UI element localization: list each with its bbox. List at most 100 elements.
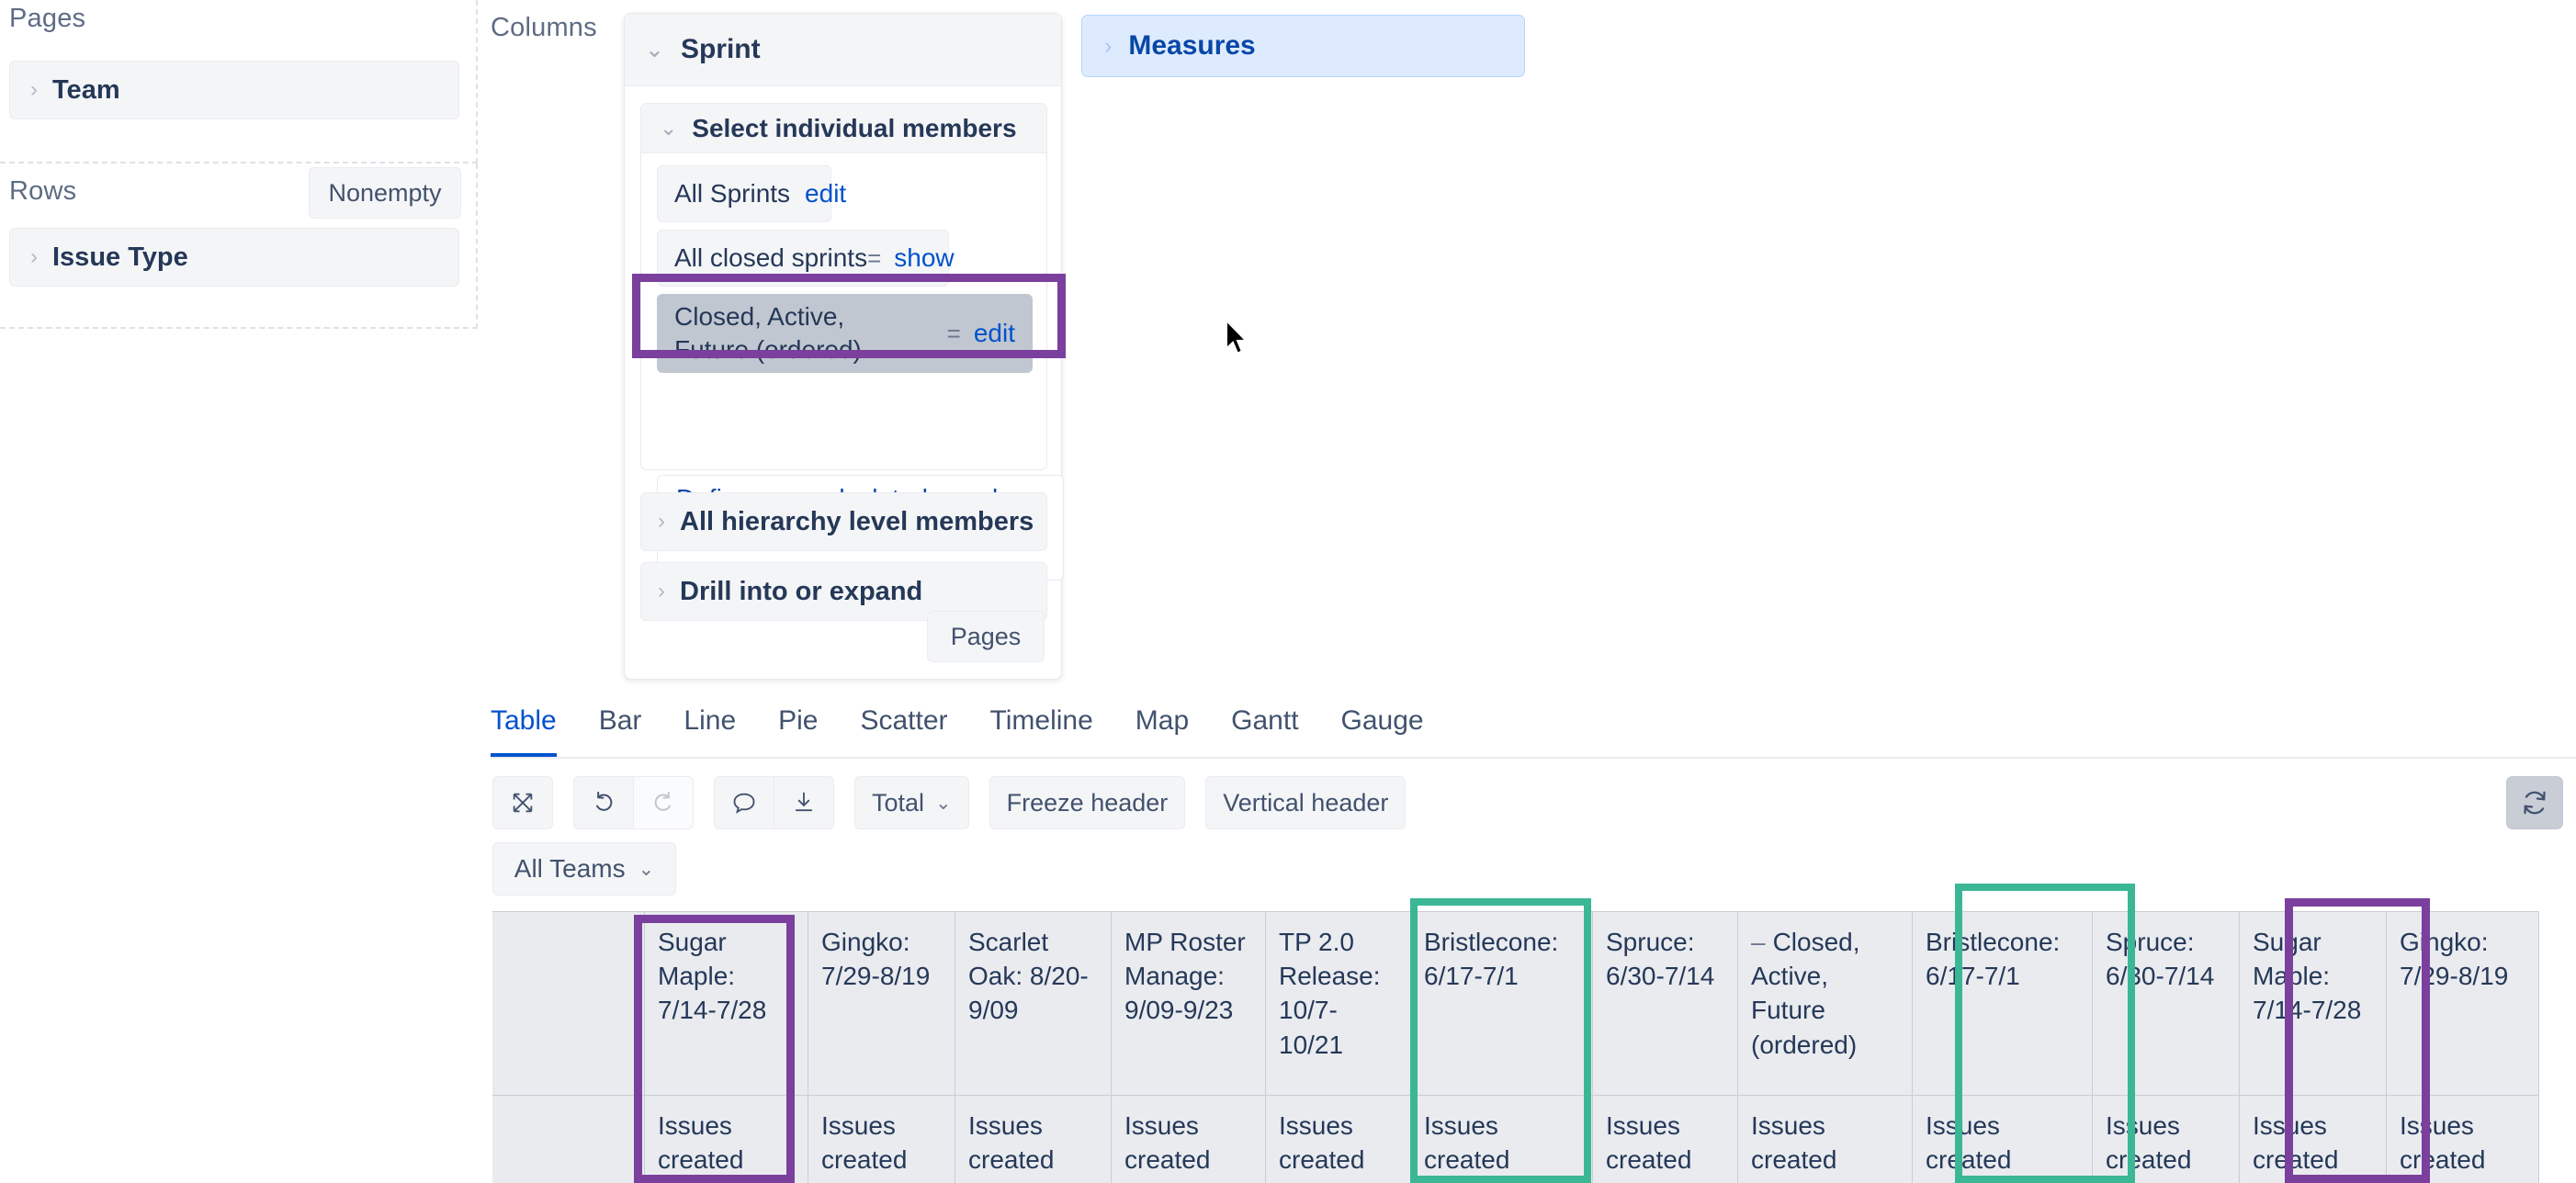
rows-chip-issue-type[interactable]: › Issue Type — [9, 228, 459, 287]
vertical-header-button[interactable]: Vertical header — [1205, 776, 1407, 829]
tab-line[interactable]: Line — [684, 705, 736, 753]
pages-chip-label: Team — [52, 74, 120, 105]
measures-chip[interactable]: › Measures — [1081, 15, 1525, 77]
columns-axis-label: Columns — [491, 13, 597, 42]
member-name: All closed sprints — [674, 243, 868, 272]
pivot-column-header[interactable]: – Closed, Active, Future (ordered) Issues … — [1738, 911, 1913, 1183]
tab-table[interactable]: Table — [491, 705, 557, 757]
pivot-column-measure-label: Issues created — [1606, 1111, 1692, 1175]
toolbar-group-freeze: Freeze header — [989, 776, 1186, 829]
rows-chip-label: Issue Type — [52, 242, 188, 272]
expand-icon[interactable] — [492, 776, 553, 829]
drill-into-or-expand-label: Drill into or expand — [680, 576, 923, 606]
tab-bar[interactable]: Bar — [599, 705, 642, 753]
member-row-closed-active-future[interactable]: Closed, Active, Future (ordered) = edit — [657, 294, 1033, 373]
toolbar-group-vertical: Vertical header — [1205, 776, 1407, 829]
pivot-column-header[interactable]: Spruce: 6/30-7/14 Issues created — [1593, 911, 1738, 1183]
member-action-edit[interactable]: edit — [974, 319, 1015, 348]
pivot-column-measure-label: Issues created — [2253, 1111, 2339, 1175]
pivot-column-measure-label: Issues created — [1751, 1111, 1837, 1175]
pivot-column-header[interactable]: Spruce: 6/30-7/14 Issues created — [2093, 911, 2240, 1183]
chevron-right-icon: › — [1104, 32, 1113, 59]
refresh-icon[interactable] — [2506, 776, 2563, 829]
tab-gauge[interactable]: Gauge — [1341, 705, 1424, 753]
all-hierarchy-level-members-label: All hierarchy level members — [680, 506, 1034, 536]
mouse-cursor — [1225, 318, 1250, 357]
undo-icon[interactable] — [573, 776, 633, 829]
chevron-down-icon: ⌄ — [935, 792, 952, 814]
pivot-column-measure-label: Issues created — [2400, 1111, 2486, 1175]
pivot-column-sprint-label: Spruce: 6/30-7/14 — [2093, 912, 2239, 1096]
pivot-column-measure-label: Issues created — [1279, 1111, 1365, 1175]
pivot-column-header[interactable]: MP Roster Manage: 9/09-9/23 Issues create… — [1112, 911, 1266, 1183]
pivot-column-header[interactable]: Sugar Maple: 7/14-7/28 Issues created — [2240, 911, 2387, 1183]
chevron-right-icon: › — [658, 579, 665, 603]
member-row-all-sprints[interactable]: All Sprints edit — [657, 165, 846, 222]
pivot-column-sprint-label: Bristlecone: 6/17-7/1 — [1913, 912, 2092, 1096]
pivot-column-sprint-label: Scarlet Oak: 8/20-9/09 — [955, 912, 1111, 1096]
tab-map[interactable]: Map — [1135, 705, 1189, 753]
pivot-column-header[interactable]: Gingko: 7/29-8/19 Issues created — [2387, 911, 2539, 1183]
chevron-right-icon: › — [30, 244, 38, 269]
member-equals-sign: = — [946, 319, 961, 347]
pages-button[interactable]: Pages — [927, 611, 1045, 662]
pivot-column-sprint-label: Gingko: 7/29-8/19 — [2387, 912, 2538, 1096]
pivot-column-sprint-label: MP Roster Manage: 9/09-9/23 — [1112, 912, 1265, 1096]
tab-pie[interactable]: Pie — [778, 705, 818, 753]
member-equals-sign: = — [867, 243, 882, 272]
select-individual-members-box: ⌄ Select individual members All Sprints … — [640, 103, 1064, 580]
select-individual-members-header[interactable]: ⌄ Select individual members — [641, 104, 1046, 153]
chevron-right-icon: › — [658, 509, 665, 534]
pivot-corner-cell — [492, 911, 645, 1183]
member-action-edit[interactable]: edit — [805, 179, 846, 208]
pages-axis-panel: Pages › Team — [0, 0, 478, 163]
redo-icon[interactable] — [633, 776, 694, 829]
pivot-column-measure-label: Issues created — [658, 1111, 744, 1175]
pivot-column-sprint-label: Spruce: 6/30-7/14 — [1593, 912, 1737, 1096]
chevron-right-icon: › — [30, 77, 38, 102]
all-hierarchy-level-members-row[interactable]: › All hierarchy level members — [640, 492, 1047, 551]
measures-label: Measures — [1128, 30, 1256, 61]
all-teams-filter[interactable]: All Teams ⌄ — [492, 842, 676, 896]
pivot-header-row: Sugar Maple: 7/14-7/28 Issues created Ging… — [492, 911, 2576, 1183]
pivot-column-header[interactable]: Scarlet Oak: 8/20-9/09 Issues created — [955, 911, 1112, 1183]
pivot-column-sprint-label — [492, 912, 644, 1096]
pivot-column-header[interactable]: Bristlecone: 6/17-7/1 Issues created — [1411, 911, 1593, 1183]
table-toolbar: Total ⌄ Freeze header Vertical header — [492, 776, 1426, 829]
pivot-column-header[interactable]: Bristlecone: 6/17-7/1 Issues created — [1913, 911, 2093, 1183]
pivot-column-header[interactable]: Gingko: 7/29-8/19 Issues created — [808, 911, 955, 1183]
chevron-down-icon: ⌄ — [645, 37, 664, 62]
pivot-column-header[interactable]: Sugar Maple: 7/14-7/28 Issues created — [645, 911, 808, 1183]
tab-timeline[interactable]: Timeline — [990, 705, 1093, 753]
pivot-column-measure-label: Issues created — [2106, 1111, 2192, 1175]
freeze-header-button[interactable]: Freeze header — [989, 776, 1186, 829]
comment-icon[interactable] — [714, 776, 774, 829]
tab-gantt[interactable]: Gantt — [1231, 705, 1298, 753]
pivot-column-sprint-label: Bristlecone: 6/17-7/1 — [1411, 912, 1592, 1096]
member-action-show[interactable]: show — [894, 243, 954, 273]
sprint-dropdown-card: ⌄ Sprint ⌄ Select individual members All… — [624, 13, 1064, 680]
nonempty-button[interactable]: Nonempty — [309, 167, 461, 219]
pivot-column-measure-label: Issues created — [821, 1111, 908, 1175]
member-row-all-closed-sprints[interactable]: All closed sprints = show — [657, 230, 955, 287]
pivot-column-measure-label: Issues created — [1926, 1111, 2012, 1175]
visualization-tabs: Table Bar Line Pie Scatter Timeline Map … — [491, 705, 2576, 759]
chevron-down-icon: ⌄ — [660, 116, 678, 140]
pivot-column-measure-label — [492, 1096, 644, 1183]
pages-chip-team[interactable]: › Team — [9, 61, 459, 119]
total-dropdown[interactable]: Total ⌄ — [854, 776, 969, 829]
sprint-card-title: Sprint — [680, 34, 761, 64]
rows-axis-panel: Rows Nonempty › Issue Type — [0, 163, 478, 329]
pivot-column-sprint-label: Gingko: 7/29-8/19 — [808, 912, 955, 1096]
pivot-column-measure-label: Issues created — [968, 1111, 1055, 1175]
pivot-column-header[interactable]: TP 2.0 Release: 10/7-10/21 Issues created — [1266, 911, 1411, 1183]
toolbar-group-annotate — [714, 776, 834, 829]
sprint-card-header[interactable]: ⌄ Sprint — [625, 14, 1061, 86]
member-name: All Sprints — [674, 179, 791, 208]
download-icon[interactable] — [774, 776, 834, 829]
tab-scatter[interactable]: Scatter — [860, 705, 947, 753]
pivot-column-sprint-label: – Closed, Active, Future (ordered) — [1738, 912, 1912, 1096]
all-teams-label: All Teams — [514, 854, 626, 883]
collapse-minus-icon[interactable]: – — [1751, 928, 1766, 956]
rows-axis-label: Rows — [9, 176, 77, 206]
